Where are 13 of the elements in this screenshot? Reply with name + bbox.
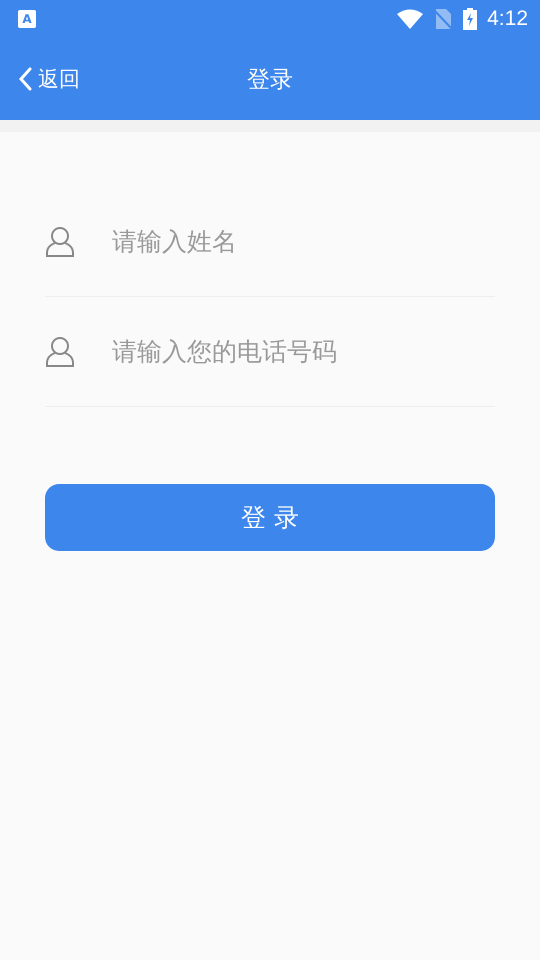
text-input-field[interactable]: 请输入姓名 bbox=[110, 226, 495, 257]
wifi-icon bbox=[397, 9, 424, 29]
page-title: 登录 bbox=[247, 66, 293, 94]
person-icon bbox=[45, 226, 75, 258]
login-button[interactable]: 登 录 bbox=[45, 484, 495, 551]
text-input-field[interactable]: 请输入您的电话号码 bbox=[110, 336, 495, 367]
battery-charging-icon bbox=[463, 8, 478, 30]
status-time: 4:12 bbox=[487, 7, 528, 31]
person-icon bbox=[45, 336, 75, 368]
no-sim-icon bbox=[433, 8, 454, 30]
notification-icon: A bbox=[18, 10, 36, 28]
chevron-left-icon bbox=[18, 67, 32, 91]
back-button[interactable]: 返回 bbox=[0, 65, 80, 93]
